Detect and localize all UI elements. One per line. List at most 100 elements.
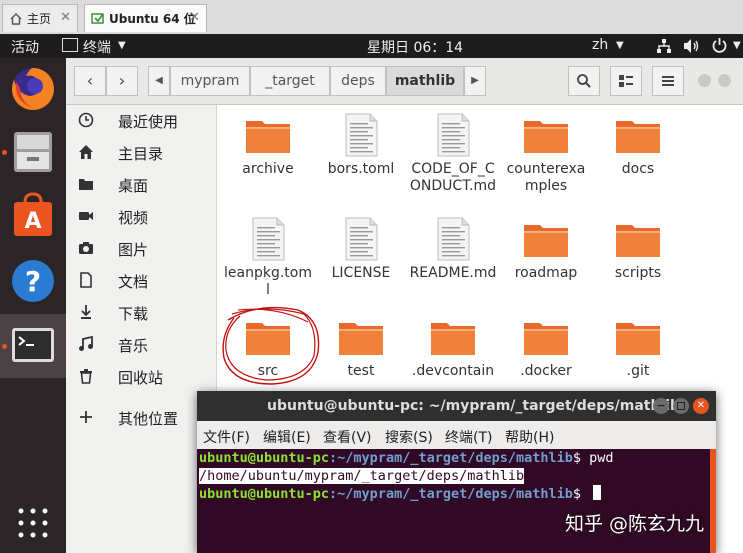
file-item[interactable]: bors.toml [315,113,407,178]
text-file-icon [345,113,378,157]
running-indicator [2,344,7,349]
folder-item[interactable]: test [315,315,407,380]
dock: A ? [0,58,66,553]
folder-item[interactable]: .docker [500,315,592,380]
sidebar-item-recent[interactable]: 最近使用 [66,105,216,137]
breadcrumb-item[interactable]: deps [330,66,386,96]
file-item[interactable]: leanpkg.toml [222,217,314,299]
sidebar-item-music[interactable]: 音乐 [66,329,216,361]
terminal-icon[interactable] [8,320,58,370]
sidebar-item-home[interactable]: 主目录 [66,137,216,169]
breadcrumb-item[interactable]: _target [250,66,330,96]
chevron-down-icon[interactable]: ▼ [733,40,741,51]
folder-item[interactable]: roadmap [500,217,592,282]
terminal-menubar: 文件(F) 编辑(E) 查看(V) 搜索(S) 终端(T) 帮助(H) [197,421,716,449]
vm-tab-ubuntu[interactable]: Ubuntu 64 位 ✕ [84,4,207,32]
back-button[interactable]: ‹ [74,66,106,96]
terminal-output[interactable]: ubuntu@ubuntu-pc:~/mypram/_target/deps/m… [197,449,718,553]
close-icon[interactable]: ✕ [60,10,71,25]
prompt-path: :~/mypram/_target/deps/mathlib [329,486,573,502]
sidebar-item-pictures[interactable]: 图片 [66,233,216,265]
file-name: README.md [409,265,497,281]
maximize-button[interactable] [673,398,689,414]
folder-item[interactable]: .devcontain [407,315,499,380]
app-menu[interactable]: 终端 [83,37,111,57]
vm-tab-label: 主页 [27,12,52,26]
sidebar-item-label: 音乐 [118,337,149,355]
sidebar-item-downloads[interactable]: 下载 [66,297,216,329]
power-icon[interactable] [711,37,728,54]
sidebar-item-documents[interactable]: 文档 [66,265,216,297]
command: $ pwd [572,450,614,466]
chevron-down-icon[interactable]: ▼ [118,40,126,51]
show-applications-icon[interactable] [16,506,50,540]
search-icon [577,74,591,88]
help-icon[interactable]: ? [8,256,58,306]
vm-icon [91,12,104,24]
folder-icon [524,121,568,153]
folder-icon [616,225,660,257]
menu-search[interactable]: 搜索(S) [385,427,433,447]
menu-file[interactable]: 文件(F) [203,427,250,447]
file-item[interactable]: LICENSE [315,217,407,282]
camera-icon [79,242,93,254]
watermark: 知乎 @陈玄九九 [565,513,705,535]
search-button[interactable] [568,66,600,96]
input-method-indicator[interactable]: zh [592,37,608,53]
sidebar-item-label: 主目录 [118,145,164,163]
terminal-title: ubuntu@ubuntu-pc: ~/mypram/_target/deps/… [267,398,681,414]
sidebar-item-desktop[interactable]: 桌面 [66,169,216,201]
menu-button[interactable] [652,66,684,96]
activities-button[interactable]: 活动 [11,37,39,57]
list-view-icon [619,75,633,87]
home-icon [10,12,22,25]
minimize-button[interactable] [698,74,711,87]
breadcrumb-scroll-right[interactable]: ▶ [464,66,486,96]
folder-icon [616,121,660,153]
breadcrumb-item[interactable]: mypram [170,66,250,96]
folder-item[interactable]: scripts [592,217,684,282]
network-icon[interactable] [656,38,672,54]
breadcrumb-item-current[interactable]: mathlib [386,66,464,96]
sidebar-item-videos[interactable]: 视频 [66,201,216,233]
vm-tab-home[interactable]: 主页 ✕ [2,4,78,32]
volume-icon[interactable] [683,38,701,54]
files-icon[interactable] [8,126,58,176]
folder-item[interactable]: counterexamples [500,113,592,195]
chevron-down-icon[interactable]: ▼ [616,40,624,51]
view-toggle-button[interactable] [610,66,642,96]
menu-terminal[interactable]: 终端(T) [445,427,492,447]
text-file-icon [437,113,470,157]
maximize-icon [677,402,685,410]
folder-item[interactable]: docs [592,113,684,178]
close-icon[interactable]: ✕ [189,10,200,25]
minimize-button[interactable]: − [653,398,669,414]
menu-edit[interactable]: 编辑(E) [263,427,311,447]
breadcrumb-scroll-left[interactable]: ◀ [148,66,170,96]
top-panel: 活动 终端 ▼ 星期日 06：14 zh ▼ ▼ [0,34,743,58]
folder-item[interactable]: .git [592,315,684,380]
folder-item[interactable]: archive [222,113,314,178]
file-name: leanpkg.toml [224,265,312,298]
file-name: bors.toml [327,161,395,177]
terminal-scrollbar[interactable] [710,449,716,553]
maximize-button[interactable] [718,74,731,87]
firefox-icon[interactable] [8,64,58,114]
close-button[interactable]: ✕ [693,398,709,414]
file-name: .devcontain [411,363,495,379]
file-item[interactable]: CODE_OF_CONDUCT.md [407,113,499,195]
sidebar-item-other-locations[interactable]: 其他位置 [66,402,216,434]
menu-view[interactable]: 查看(V) [323,427,372,447]
text-cursor [593,485,602,500]
software-center-icon[interactable]: A [8,190,58,240]
sidebar-item-trash[interactable]: 回收站 [66,361,216,393]
command: $ [572,486,590,502]
sidebar-item-label: 视频 [118,209,149,227]
file-item[interactable]: README.md [407,217,499,282]
menu-help[interactable]: 帮助(H) [505,427,554,447]
clock[interactable]: 星期日 06：14 [367,37,463,57]
file-name: roadmap [514,265,578,281]
places-sidebar: 最近使用 主目录 桌面 视频 图片 文档 下载 音乐 回收站 其他位置 [66,105,217,553]
forward-button[interactable]: › [106,66,138,96]
text-file-icon [345,217,378,261]
